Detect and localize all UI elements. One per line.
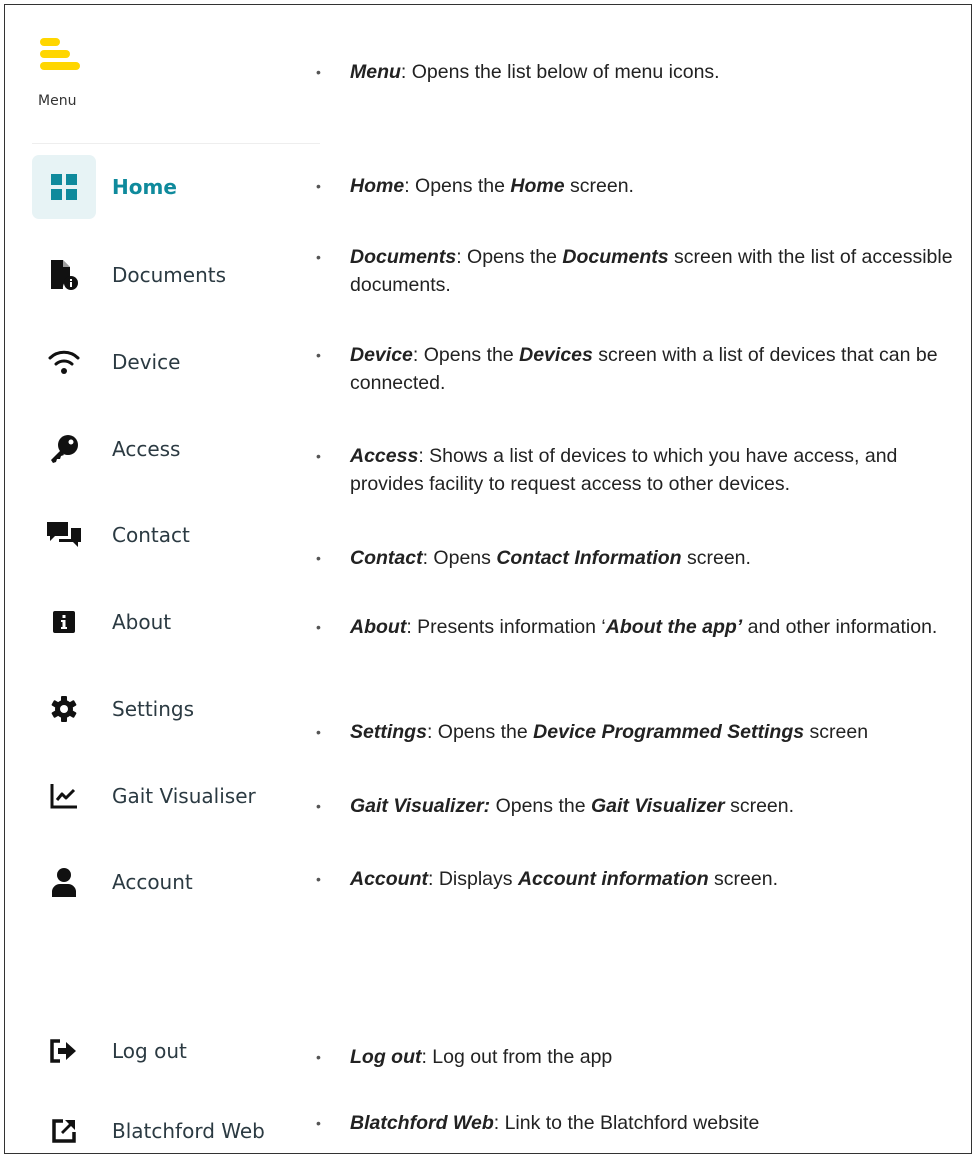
nav-item-account[interactable]: Account [32,850,322,914]
bullet: • [316,871,321,887]
nav-item-home[interactable]: Home [32,155,322,219]
nav-label: About [112,610,172,634]
wifi-icon [32,330,96,394]
bullet: • [316,249,321,265]
bullet: • [316,1115,321,1131]
grid-icon [32,155,96,219]
nav-label: Gait Visualiser [112,784,256,808]
nav-label: Log out [112,1039,187,1063]
nav-label: Blatchford Web [112,1119,265,1143]
info-icon [32,590,96,654]
menu-label: Menu [38,93,77,109]
nav-item-gait-visualiser[interactable]: Gait Visualiser [32,764,322,828]
nav-label: Contact [112,523,190,547]
bullet: • [316,448,321,464]
menu-icon [40,38,80,70]
nav-label: Device [112,350,181,374]
nav-label: Home [112,175,177,199]
gear-icon [32,677,96,741]
nav-item-settings[interactable]: Settings [32,677,322,741]
bullet: • [316,619,321,635]
divider [32,143,320,144]
bullet: • [316,178,321,194]
logout-icon [32,1019,96,1083]
bullet: • [316,550,321,566]
bullet: • [316,724,321,740]
nav-label: Settings [112,697,195,721]
nav-item-device[interactable]: Device [32,330,322,394]
menu-button[interactable]: Menu [38,38,98,118]
bullet: • [316,798,321,814]
bullet: • [316,347,321,363]
nav-item-contact[interactable]: Contact [32,503,322,567]
external-link-icon [32,1099,96,1163]
key-icon [32,417,96,481]
nav-label: Account [112,870,193,894]
nav-item-blatchford-web[interactable]: Blatchford Web [32,1099,322,1163]
document-info-icon [32,243,96,307]
nav-item-documents[interactable]: Documents [32,243,322,307]
bullet: • [316,64,321,80]
chart-line-icon [32,764,96,828]
chat-icon [32,503,96,567]
nav-label: Access [112,437,181,461]
nav-item-log-out[interactable]: Log out [32,1019,322,1083]
nav-label: Documents [112,263,227,287]
nav-item-access[interactable]: Access [32,417,322,481]
nav-item-about[interactable]: About [32,590,322,654]
bullet: • [316,1049,321,1065]
user-icon [32,850,96,914]
